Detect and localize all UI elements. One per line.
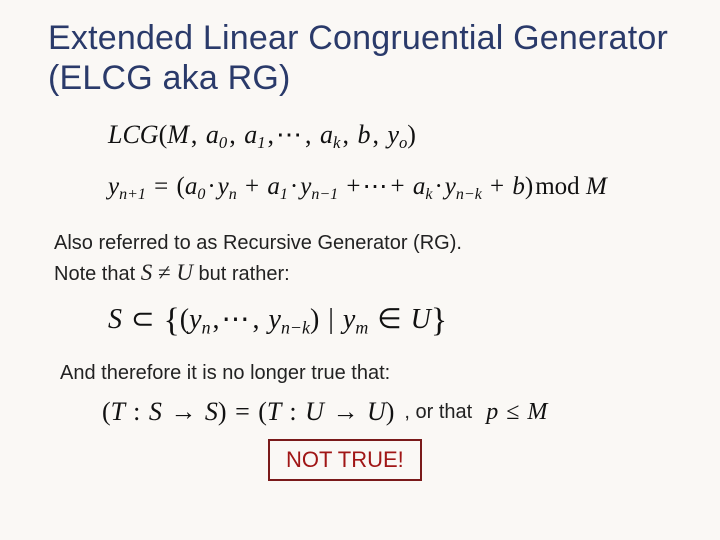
not-true-callout: NOT TRUE! [268, 439, 422, 481]
text-recursive-generator: Also referred to as Recursive Generator … [54, 230, 670, 288]
text-or-that: , or that [404, 401, 472, 424]
formula-recurrence: yn+1 = (a0·yn + a1·yn−1 +⋯+ ak·yn−k + b)… [108, 171, 680, 204]
text-rg-line1: Also referred to as Recursive Generator … [54, 232, 462, 254]
slide-title: Extended Linear Congruential Generator (… [48, 18, 680, 98]
formula-p-le-m: p ≤ M [486, 399, 547, 426]
text-and-therefore: And therefore it is no longer true that: [60, 360, 680, 387]
text-rg-note-b: but rather: [199, 263, 290, 285]
formula-s-neq-u: S ≠ U [141, 260, 193, 285]
formula-lcg-def: LCG(M, a0, a1,⋯, ak, b, yo) [108, 120, 680, 153]
row-or-that: (T : S → S) = (T : U → U) , or that p ≤ … [102, 397, 680, 427]
formula-s-subset: S ⊂ {(yn,⋯, yn−k) | ym ∈ U} [108, 302, 680, 340]
text-rg-note-a: Note that [54, 263, 141, 285]
formula-tss-tuu: (T : S → S) = (T : U → U) [102, 397, 394, 427]
